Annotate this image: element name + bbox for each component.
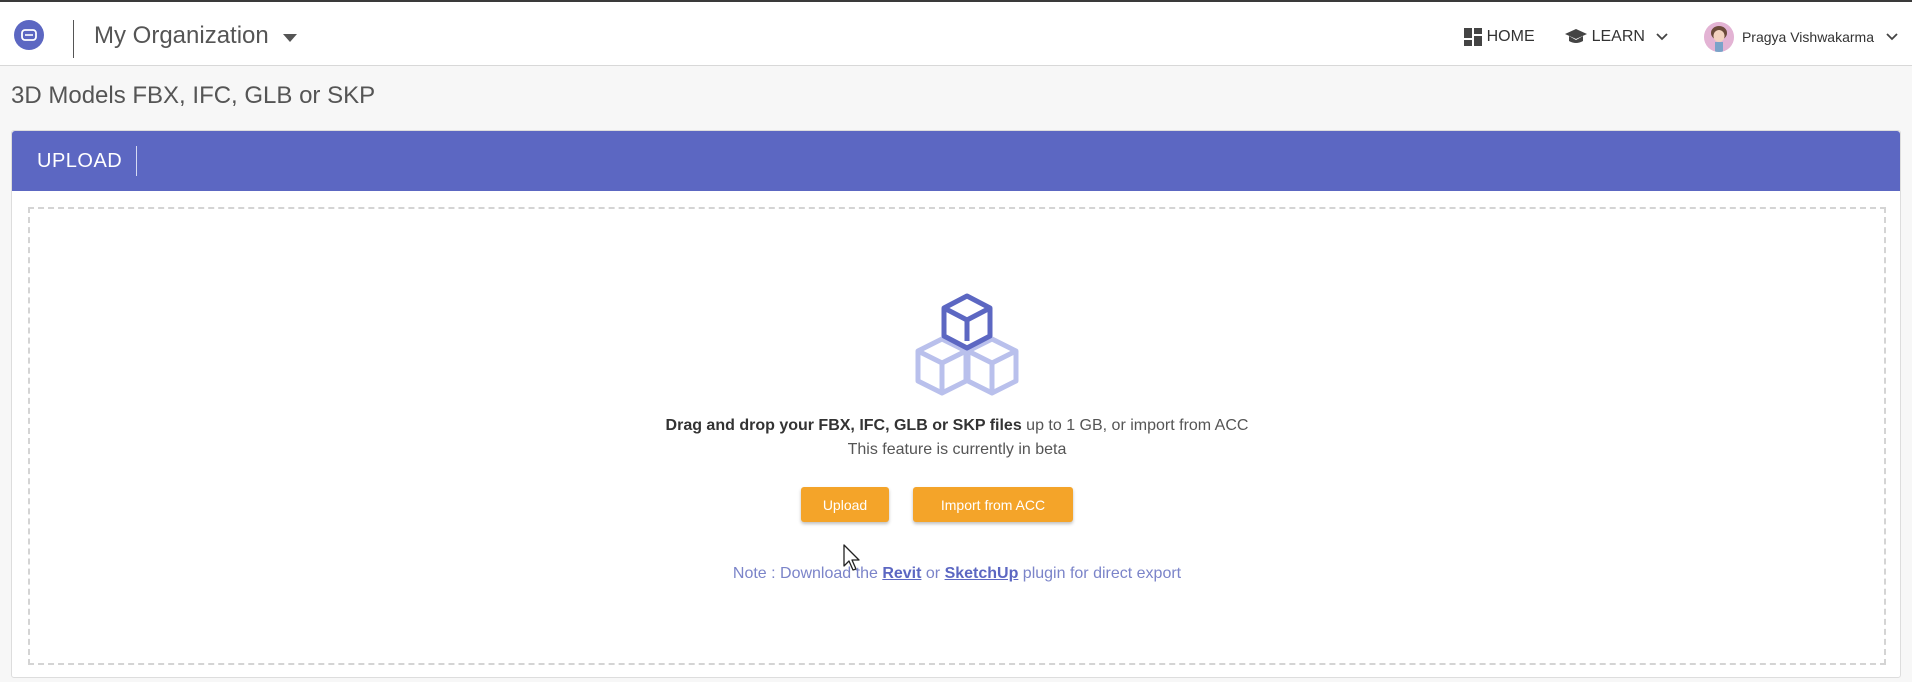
- header-divider: [73, 20, 74, 58]
- revit-link[interactable]: Revit: [882, 565, 921, 582]
- avatar: [1703, 22, 1734, 52]
- chevron-down-icon: [1656, 33, 1668, 41]
- card-header: UPLOAD: [12, 131, 1900, 191]
- tab-upload[interactable]: UPLOAD: [37, 146, 138, 176]
- dropzone[interactable]: Drag and drop your FBX, IFC, GLB or SKP …: [28, 207, 1886, 665]
- drag-drop-text-rest: up to 1 GB, or import from ACC: [1021, 417, 1249, 434]
- nav-learn-label: LEARN: [1591, 28, 1645, 45]
- upload-button[interactable]: Upload: [801, 487, 889, 522]
- caret-down-icon: [282, 34, 297, 42]
- top-nav: HOME LEARN Pragya Vishwakarma: [1463, 20, 1898, 54]
- nav-home[interactable]: HOME: [1463, 28, 1535, 46]
- top-header: My Organization HOME LEARN Pragya Vishwa…: [0, 2, 1912, 66]
- beta-text: This feature is currently in beta: [847, 441, 1067, 458]
- org-selector[interactable]: My Organization: [94, 19, 297, 53]
- app-logo-icon[interactable]: [14, 20, 44, 50]
- drag-drop-text-bold: Drag and drop your FBX, IFC, GLB or SKP …: [665, 417, 1022, 434]
- nav-learn[interactable]: LEARN: [1564, 28, 1668, 46]
- user-menu[interactable]: Pragya Vishwakarma: [1703, 22, 1898, 52]
- grid-icon: [1463, 28, 1482, 46]
- cubes-icon: [915, 293, 1019, 396]
- action-buttons: Upload Import from ACC: [30, 487, 1884, 522]
- upload-card: UPLOAD Drag and drop your FBX, IFC, GLB …: [11, 130, 1901, 678]
- chevron-down-icon: [1886, 33, 1898, 41]
- plugin-note: Note : Download the Revit or SketchUp pl…: [30, 565, 1884, 583]
- note-suffix: plugin for direct export: [1018, 565, 1182, 582]
- nav-home-label: HOME: [1486, 28, 1535, 45]
- sketchup-link[interactable]: SketchUp: [945, 565, 1019, 582]
- note-or: or: [921, 565, 945, 582]
- graduation-cap-icon: [1564, 29, 1587, 43]
- user-name: Pragya Vishwakarma: [1741, 29, 1874, 45]
- import-from-acc-button[interactable]: Import from ACC: [913, 487, 1073, 522]
- mouse-cursor-icon: [843, 544, 860, 571]
- page-title: 3D Models FBX, IFC, GLB or SKP: [11, 82, 376, 109]
- drag-drop-text: Drag and drop your FBX, IFC, GLB or SKP …: [30, 417, 1884, 435]
- org-name: My Organization: [94, 22, 269, 49]
